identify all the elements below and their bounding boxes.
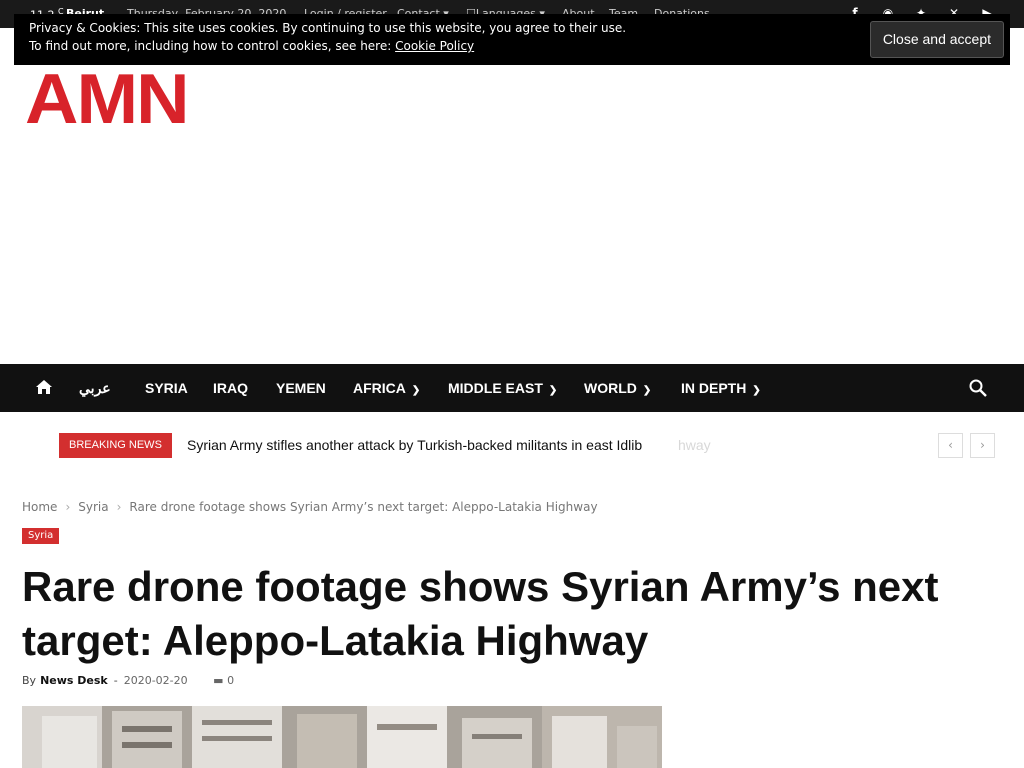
nav-item-arabic[interactable]: عربي bbox=[79, 380, 111, 397]
chevron-right-icon: › bbox=[116, 500, 122, 514]
cookie-text-policy: To find out more, including how to contr… bbox=[29, 39, 475, 53]
site-logo[interactable]: AMN bbox=[25, 63, 190, 133]
nav-item-yemen[interactable]: YEMEN bbox=[276, 380, 326, 396]
category-badge[interactable]: Syria bbox=[22, 528, 60, 544]
cookie-policy-link[interactable]: Cookie Policy bbox=[395, 39, 474, 53]
cookie-banner: Privacy & Cookies: This site uses cookie… bbox=[14, 14, 1010, 65]
close-and-accept-button[interactable]: Close and accept bbox=[869, 21, 1004, 58]
chevron-down-icon: ❯ bbox=[642, 385, 652, 396]
nav-item-in-depth[interactable]: IN DEPTH ❯ bbox=[681, 380, 761, 396]
author-link[interactable]: News Desk bbox=[40, 674, 108, 687]
home-icon[interactable] bbox=[35, 378, 53, 396]
breadcrumb-home[interactable]: Home bbox=[22, 500, 57, 514]
meta-separator: - bbox=[113, 674, 118, 687]
breaking-news-label: BREAKING NEWS bbox=[59, 433, 172, 458]
breaking-news-headline[interactable]: Syrian Army stifles another attack by Tu… bbox=[187, 437, 642, 453]
aerial-city-image bbox=[22, 706, 662, 768]
nav-item-africa[interactable]: AFRICA ❯ bbox=[353, 380, 420, 396]
breadcrumb-section[interactable]: Syria bbox=[78, 500, 108, 514]
chevron-right-icon: › bbox=[65, 500, 71, 514]
chevron-down-icon: ❯ bbox=[752, 385, 761, 396]
breaking-next-button[interactable]: › bbox=[970, 433, 995, 458]
comments-count[interactable]: ▬ 0 bbox=[213, 674, 234, 687]
search-icon[interactable] bbox=[968, 378, 988, 398]
article-title: Rare drone footage shows Syrian Army’s n… bbox=[22, 563, 939, 664]
breadcrumb: Home › Syria › Rare drone footage shows Syri… bbox=[22, 500, 598, 514]
chevron-down-icon: ❯ bbox=[548, 385, 558, 396]
nav-item-syria[interactable]: SYRIA bbox=[145, 380, 188, 396]
breaking-news-ghost: hway bbox=[678, 437, 711, 453]
by-label: By bbox=[22, 674, 37, 687]
chevron-down-icon: ❯ bbox=[411, 385, 421, 396]
main-nav: عربي SYRIA IRAQ YEMEN AFRICA ❯ MIDDLE EAS… bbox=[0, 364, 1024, 412]
article-hero-image bbox=[22, 706, 662, 768]
nav-item-world[interactable]: WORLD ❯ bbox=[584, 380, 651, 396]
cookie-text: Privacy & Cookies: This site uses cookie… bbox=[29, 21, 627, 35]
article-date: 2020-02-20 bbox=[123, 674, 188, 687]
nav-item-iraq[interactable]: IRAQ bbox=[213, 380, 248, 396]
comment-icon: ▬ bbox=[213, 674, 224, 687]
breaking-prev-button[interactable]: ‹ bbox=[938, 433, 963, 458]
nav-item-middle-east[interactable]: MIDDLE EAST ❯ bbox=[448, 380, 557, 396]
article-meta: By News Desk -2020-02-20 ▬ 0 bbox=[22, 674, 234, 687]
breadcrumb-current: Rare drone footage shows Syrian Army’s n… bbox=[129, 500, 598, 514]
